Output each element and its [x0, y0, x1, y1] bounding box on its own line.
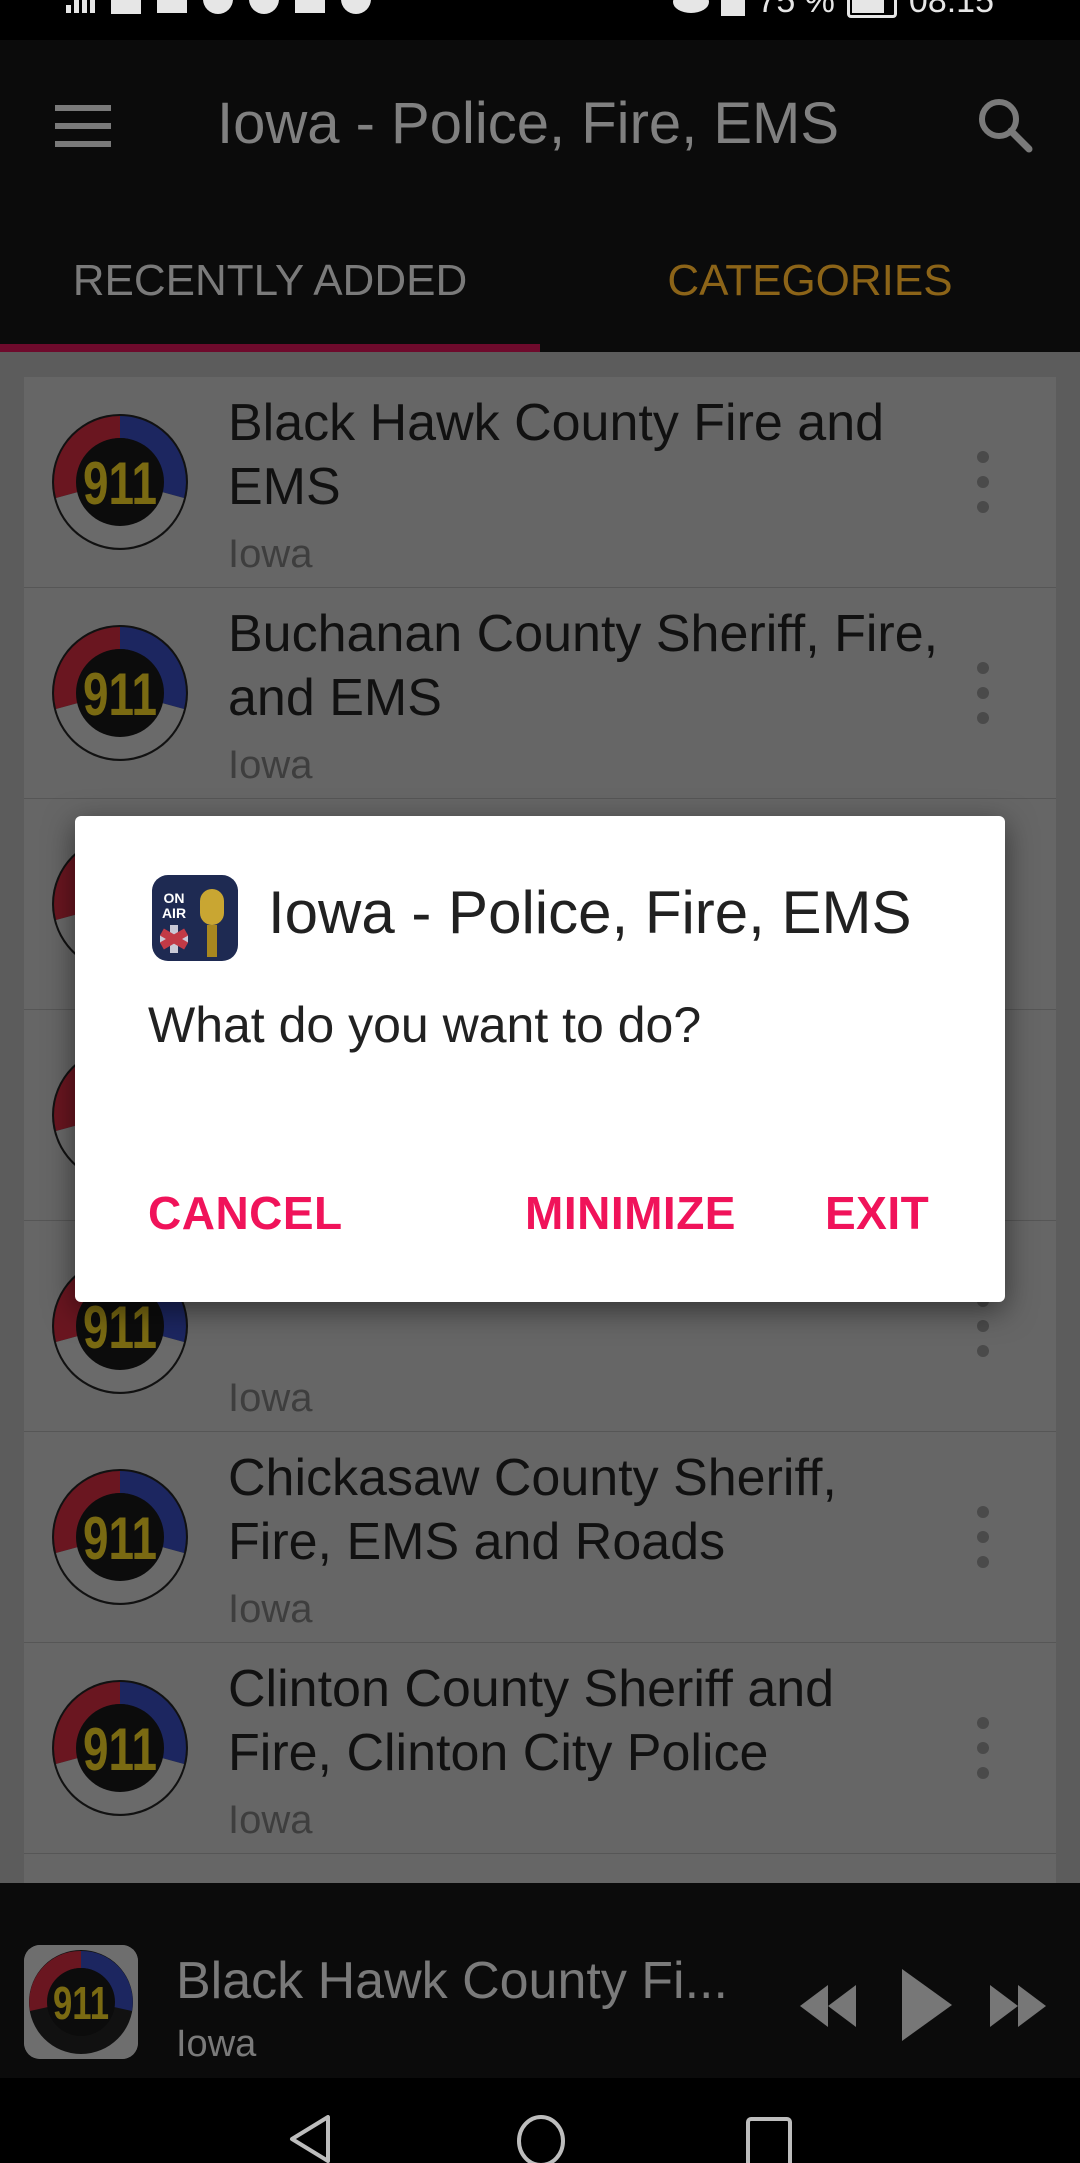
minimize-button[interactable]: MINIMIZE: [525, 1186, 736, 1240]
svg-text:911: 911: [83, 661, 157, 728]
back-icon[interactable]: [288, 2115, 332, 2163]
list-item[interactable]: 911 Buchanan County Sheriff, Fire, and E…: [24, 588, 1056, 799]
tab-categories[interactable]: CATEGORIES: [540, 210, 1080, 352]
clock: 08:15: [908, 0, 994, 20]
status-bar: 75 % 08:15: [0, 0, 1080, 40]
station-title: Buchanan County Sheriff, Fire, and EMS: [228, 605, 939, 727]
now-playing-subtitle: Iowa: [176, 2023, 257, 2065]
exit-button[interactable]: EXIT: [825, 1186, 929, 1240]
tab-recently-added[interactable]: RECENTLY ADDED: [0, 210, 540, 352]
mini-player[interactable]: 911 Black Hawk County Fi... Iowa: [0, 1883, 1080, 2078]
app-title: Iowa - Police, Fire, EMS: [217, 91, 840, 156]
fast-forward-icon[interactable]: [990, 1985, 1046, 2027]
svg-text:911: 911: [83, 1716, 157, 1783]
svg-text:911: 911: [53, 1977, 109, 2029]
svg-text:AIR: AIR: [162, 905, 186, 921]
tab-bar: RECENTLY ADDED CATEGORIES: [0, 210, 1080, 352]
aperture-icon: [249, 0, 279, 14]
play-icon[interactable]: [902, 1969, 952, 2041]
more-options-icon[interactable]: [964, 447, 1002, 517]
now-playing-title: Black Hawk County Fi...: [176, 1952, 728, 2010]
eye-icon: [673, 0, 710, 13]
cast-icon: [157, 0, 187, 13]
svg-text:911: 911: [83, 450, 157, 517]
dispatch-911-logo-icon: 911: [52, 1680, 188, 1816]
home-icon[interactable]: [516, 2115, 566, 2163]
nfc-icon: [721, 0, 746, 16]
mail-icon: [295, 0, 325, 13]
aperture-icon: [203, 0, 233, 14]
now-playing-logo-icon: 911: [24, 1945, 138, 2059]
list-item[interactable]: 911 Black Hawk County Fire and EMS Iowa: [24, 377, 1056, 588]
station-subtitle: Iowa: [228, 1587, 313, 1631]
svg-text:ON: ON: [164, 890, 185, 906]
station-subtitle: Iowa: [228, 743, 313, 787]
more-options-icon[interactable]: [964, 658, 1002, 728]
rewind-icon[interactable]: [800, 1985, 856, 2027]
station-title: Chickasaw County Sheriff, Fire, EMS and …: [228, 1449, 837, 1571]
battery-icon: [846, 0, 897, 18]
wifi-icon: [111, 0, 141, 14]
station-title: Black Hawk County Fire and EMS: [228, 394, 885, 516]
station-subtitle: Iowa: [228, 1376, 313, 1420]
station-subtitle: Iowa: [228, 1798, 313, 1842]
battery-percent: 75 %: [757, 0, 835, 20]
tab-indicator: [0, 344, 540, 352]
exit-dialog: ON AIR Iowa - Police, Fire, EMS What do …: [75, 816, 1005, 1302]
search-icon[interactable]: [975, 95, 1035, 155]
recents-icon[interactable]: [746, 2115, 792, 2163]
cancel-button[interactable]: CANCEL: [148, 1186, 343, 1240]
dispatch-911-logo-icon: 911: [52, 414, 188, 550]
hamburger-icon[interactable]: [55, 105, 111, 147]
list-item[interactable]: 911 Clinton County Sheriff and Fire, Cli…: [24, 1643, 1056, 1854]
system-nav-bar: [0, 2078, 1080, 2163]
chrome-icon: [341, 0, 371, 14]
more-options-icon[interactable]: [964, 1713, 1002, 1783]
signal-icon: [66, 0, 95, 13]
dispatch-911-logo-icon: 911: [52, 625, 188, 761]
dialog-title: Iowa - Police, Fire, EMS: [268, 879, 912, 946]
app-icon: ON AIR: [152, 875, 238, 961]
more-options-icon[interactable]: [964, 1502, 1002, 1572]
list-item[interactable]: 911: [24, 1854, 1056, 1883]
svg-text:911: 911: [83, 1505, 157, 1572]
app-bar: Iowa - Police, Fire, EMS: [0, 40, 1080, 210]
station-subtitle: Iowa: [228, 532, 313, 576]
dialog-message: What do you want to do?: [148, 997, 702, 1053]
list-item[interactable]: 911 Chickasaw County Sheriff, Fire, EMS …: [24, 1432, 1056, 1643]
svg-text:911: 911: [83, 1294, 157, 1361]
dispatch-911-logo-icon: 911: [52, 1469, 188, 1605]
station-title: Clinton County Sheriff and Fire, Clinton…: [228, 1660, 835, 1782]
